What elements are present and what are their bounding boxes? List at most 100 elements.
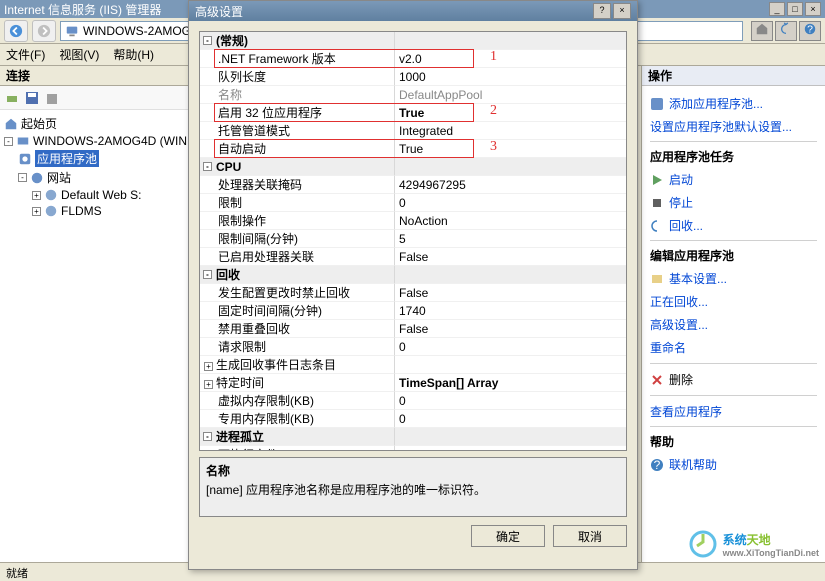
expander-icon[interactable]: - (4, 137, 13, 146)
expander-icon[interactable]: + (32, 207, 41, 216)
prop-name-label[interactable]: 名称 (200, 86, 395, 104)
ok-button[interactable]: 确定 (471, 525, 545, 547)
expand-icon[interactable]: + (204, 362, 213, 371)
prop-disableoverlap-label[interactable]: 禁用重叠回收 (200, 320, 395, 338)
tree-start[interactable]: 起始页 (21, 115, 57, 132)
tree-default-site[interactable]: Default Web S: (61, 188, 141, 202)
dialog-close-button[interactable]: × (613, 3, 631, 19)
prop-affinity-label[interactable]: 处理器关联掩码 (200, 176, 395, 194)
close-button[interactable]: × (805, 2, 821, 16)
save-icon[interactable] (24, 90, 40, 106)
prop-limitaction-label[interactable]: 限制操作 (200, 212, 395, 230)
prop-autostart-value[interactable]: True (395, 140, 626, 158)
menu-help[interactable]: 帮助(H) (113, 46, 154, 63)
prop-disableoverlap-value[interactable]: False (395, 320, 626, 338)
action-start[interactable]: 启动 (650, 168, 817, 191)
prop-orphanexe-label[interactable]: 可执行文件 (200, 446, 395, 451)
cat-cpu: CPU (216, 160, 241, 174)
menu-view[interactable]: 视图(V) (59, 46, 99, 63)
prop-pipeline-value[interactable]: Integrated (395, 122, 626, 140)
cat-general: (常规) (216, 34, 248, 48)
action-online-help[interactable]: ?联机帮助 (650, 453, 817, 476)
connections-tree[interactable]: 起始页 - WINDOWS-2AMOG4D (WIN 应用程序池 - 网站 + Def… (0, 110, 189, 562)
home-icon (4, 117, 18, 131)
collapse-icon[interactable]: - (203, 432, 212, 441)
action-rename[interactable]: 重命名 (650, 336, 817, 359)
dialog-help-button[interactable]: ? (593, 3, 611, 19)
delete-icon[interactable] (44, 90, 60, 106)
home-button[interactable] (751, 21, 773, 41)
action-remove[interactable]: 删除 (650, 368, 817, 391)
expander-icon[interactable]: - (18, 173, 27, 182)
expander-icon[interactable]: + (32, 191, 41, 200)
prop-disallow-label[interactable]: 发生配置更改时禁止回收 (200, 284, 395, 302)
tree-fldms[interactable]: FLDMS (61, 204, 102, 218)
action-stop[interactable]: 停止 (650, 191, 817, 214)
prop-disallow-value[interactable]: False (395, 284, 626, 302)
action-view-apps[interactable]: 查看应用程序 (650, 400, 817, 423)
prop-enable32-value[interactable]: True (395, 104, 626, 122)
help-button[interactable]: ? (799, 21, 821, 41)
collapse-icon[interactable]: - (203, 36, 212, 45)
prop-affinity-value[interactable]: 4294967295 (395, 176, 626, 194)
tree-sites[interactable]: 网站 (47, 169, 71, 186)
svg-text:?: ? (654, 458, 661, 472)
recycle-icon (650, 219, 664, 233)
action-recycle[interactable]: 回收... (650, 214, 817, 237)
prop-autostart-label[interactable]: 自动启动 (200, 140, 395, 158)
tree-server[interactable]: WINDOWS-2AMOG4D (WIN (33, 134, 187, 148)
forward-button[interactable] (32, 20, 56, 42)
refresh-button[interactable] (775, 21, 797, 41)
server-icon (65, 24, 79, 38)
section-help: 帮助 (650, 426, 817, 453)
prop-regulartime-label[interactable]: 固定时间间隔(分钟) (200, 302, 395, 320)
expand-icon[interactable]: + (204, 380, 213, 389)
maximize-button[interactable]: □ (787, 2, 803, 16)
prop-queuelen-label[interactable]: 队列长度 (200, 68, 395, 86)
property-grid[interactable]: -(常规) .NET Framework 版本v2.0 队列长度1000 名称D… (199, 31, 627, 451)
prop-name-value[interactable]: DefaultAppPool (395, 86, 626, 104)
prop-pipeline-label[interactable]: 托管管道模式 (200, 122, 395, 140)
prop-enable32-label[interactable]: 启用 32 位应用程序 (200, 104, 395, 122)
collapse-icon[interactable]: - (203, 162, 212, 171)
menu-file[interactable]: 文件(F) (6, 46, 45, 63)
prop-specifictime-value[interactable]: TimeSpan[] Array (395, 374, 626, 392)
cancel-button[interactable]: 取消 (553, 525, 627, 547)
prop-limit-label[interactable]: 限制 (200, 194, 395, 212)
action-add-pool[interactable]: 添加应用程序池... (650, 92, 817, 115)
collapse-icon[interactable]: - (203, 270, 212, 279)
prop-netfx-value[interactable]: v2.0 (395, 50, 626, 68)
prop-smpenabled-value[interactable]: False (395, 248, 626, 266)
sites-icon (30, 171, 44, 185)
prop-specifictime-label[interactable]: 特定时间 (216, 376, 264, 390)
action-recycling[interactable]: 正在回收... (650, 290, 817, 313)
prop-vmemlimit-label[interactable]: 虚拟内存限制(KB) (200, 392, 395, 410)
prop-smpenabled-label[interactable]: 已启用处理器关联 (200, 248, 395, 266)
prop-limitaction-value[interactable]: NoAction (395, 212, 626, 230)
prop-requestlimit-value[interactable]: 0 (395, 338, 626, 356)
prop-netfx-label[interactable]: .NET Framework 版本 (200, 50, 395, 68)
connections-header: 连接 (0, 66, 189, 86)
prop-vmemlimit-value[interactable]: 0 (395, 392, 626, 410)
prop-limitinterval-label[interactable]: 限制间隔(分钟) (200, 230, 395, 248)
action-set-defaults[interactable]: 设置应用程序池默认设置... (650, 115, 817, 138)
prop-limit-value[interactable]: 0 (395, 194, 626, 212)
address-text: WINDOWS-2AMOG (83, 24, 191, 38)
back-button[interactable] (4, 20, 28, 42)
prop-limitinterval-value[interactable]: 5 (395, 230, 626, 248)
annotation-1: 1 (490, 49, 497, 65)
prop-regulartime-value[interactable]: 1740 (395, 302, 626, 320)
minimize-button[interactable]: _ (769, 2, 785, 16)
action-advanced[interactable]: 高级设置... (650, 313, 817, 336)
prop-queuelen-value[interactable]: 1000 (395, 68, 626, 86)
connect-icon[interactable] (4, 90, 20, 106)
prop-genlog-label[interactable]: 生成回收事件日志条目 (216, 358, 336, 372)
action-basic[interactable]: 基本设置... (650, 267, 817, 290)
logo-icon (687, 528, 719, 560)
prop-pmemlimit-value[interactable]: 0 (395, 410, 626, 428)
prop-pmemlimit-label[interactable]: 专用内存限制(KB) (200, 410, 395, 428)
prop-requestlimit-label[interactable]: 请求限制 (200, 338, 395, 356)
tree-apppools[interactable]: 应用程序池 (35, 150, 99, 167)
watermark: 系统天地 www.XiTongTianDi.net (687, 528, 819, 560)
stop-icon (650, 196, 664, 210)
